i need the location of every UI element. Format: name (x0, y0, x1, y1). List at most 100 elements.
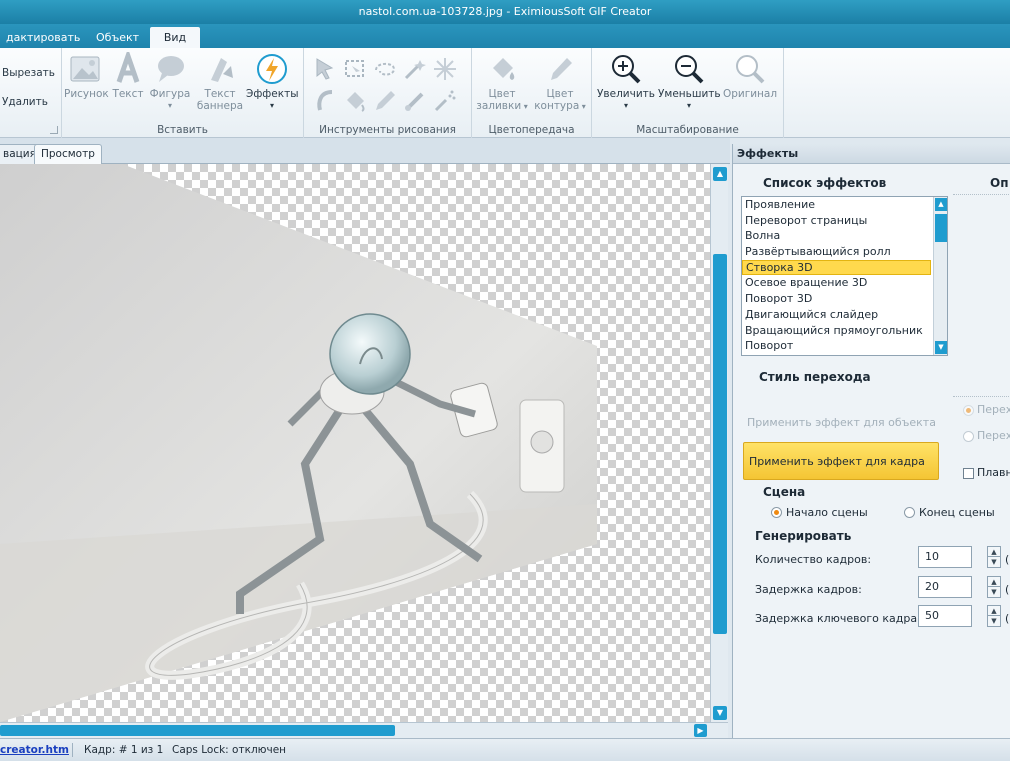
ribbon-group-drawing: Инструменты рисования (304, 48, 472, 138)
status-frame: Кадр: # 1 из 1 (84, 744, 164, 756)
tab-preview[interactable]: Просмотр (34, 144, 102, 164)
transition-option-label-1: Перех (977, 403, 1010, 416)
drawing-group-label: Инструменты рисования (319, 124, 456, 136)
list-scroll-down-icon[interactable]: ▼ (935, 341, 947, 354)
text-button[interactable]: Текст (110, 48, 146, 100)
frame-count-input[interactable]: 10 (918, 546, 972, 568)
banner-text-label-2: баннера (196, 100, 244, 112)
delete-button[interactable]: Удалить (2, 96, 48, 108)
zoom-out-button[interactable]: Уменьшить ▾ (658, 52, 721, 112)
effect-item[interactable]: Вращающийся прямоугольник (742, 323, 947, 339)
apply-to-frame-button[interactable]: Применить эффект для кадра (743, 442, 939, 480)
effect-item[interactable]: Проявление (742, 197, 947, 213)
fill-color-dropdown-icon: ▾ (521, 102, 528, 111)
zoom-in-label: Увеличить (597, 88, 655, 100)
ribbon: Вырезать Удалить Рисунок Текст Фигура ▾ … (0, 48, 1010, 138)
menu-tab-edit[interactable]: дактировать (0, 27, 88, 48)
effects-list-title: Список эффектов (763, 176, 887, 190)
fill-color-label-2: заливки (476, 100, 522, 112)
list-scroll-thumb[interactable] (935, 214, 947, 242)
effect-item[interactable]: Двигающийся слайдер (742, 307, 947, 323)
smooth-label: Плавн (977, 466, 1010, 479)
effect-item[interactable]: Осевое вращение 3D (742, 275, 947, 291)
key-delay-input[interactable]: 50 (918, 605, 972, 627)
effect-item[interactable]: Поворот 3D (742, 291, 947, 307)
fill-bucket-icon[interactable] (342, 88, 368, 114)
zoom-out-dropdown-icon: ▾ (686, 101, 691, 110)
scroll-right-icon[interactable]: ▶ (694, 724, 707, 737)
original-size-button[interactable]: Оригинал (722, 52, 778, 100)
curve-icon[interactable] (312, 88, 338, 114)
vertical-scroll-thumb[interactable] (713, 254, 727, 634)
outline-color-button[interactable]: Цвет контура ▾ (532, 52, 588, 113)
effect-item[interactable]: Волна (742, 228, 947, 244)
menu-bar: дактировать Объект Вид (0, 24, 1010, 48)
menu-tab-view[interactable]: Вид (150, 27, 200, 48)
stepper-down-icon[interactable]: ▼ (988, 587, 1000, 597)
horizontal-scroll-thumb[interactable] (0, 725, 395, 736)
effect-item[interactable]: Переворот страницы (742, 213, 947, 229)
select-rect-icon[interactable] (342, 56, 368, 82)
zoom-group-label: Масштабирование (636, 124, 739, 136)
status-bar: creator.htm Кадр: # 1 из 1 Caps Lock: от… (0, 738, 1010, 761)
stepper-down-icon[interactable]: ▼ (988, 557, 1000, 567)
effects-lightning-icon (255, 52, 289, 86)
fill-color-button[interactable]: Цвет заливки ▾ (474, 52, 530, 113)
key-delay-stepper[interactable]: ▲ ▼ (987, 605, 1001, 627)
effects-list[interactable]: Проявление Переворот страницы Волна Разв… (741, 196, 948, 356)
banner-text-button[interactable]: Текст баннера (196, 52, 244, 112)
effect-item-selected[interactable]: Створка 3D (742, 259, 931, 276)
effect-item[interactable]: Поворот (742, 338, 947, 354)
effect-item[interactable]: Развёртывающийся ролл (742, 244, 947, 260)
frame-delay-input[interactable]: 20 (918, 576, 972, 598)
ribbon-group-insert: Рисунок Текст Фигура ▾ Текст баннера Эфф… (62, 48, 304, 138)
transition-option-radio-2[interactable] (963, 431, 974, 442)
title-bar: nastol.com.ua-103728.jpg - EximiousSoft … (0, 0, 1010, 24)
canvas-horizontal-scrollbar[interactable]: ▶ (0, 722, 728, 738)
shape-button[interactable]: Фигура ▾ (148, 52, 192, 112)
clipboard-launcher-icon[interactable] (50, 126, 58, 134)
stepper-up-icon[interactable]: ▲ (988, 577, 1000, 587)
canvas[interactable] (0, 164, 710, 722)
scroll-up-icon[interactable]: ▲ (713, 167, 727, 181)
magnifier-icon (733, 52, 767, 86)
brush-icon[interactable] (402, 88, 428, 114)
status-link[interactable]: creator.htm (0, 739, 69, 761)
frame-delay-stepper[interactable]: ▲ ▼ (987, 576, 1001, 598)
zoom-in-button[interactable]: Увеличить ▾ (596, 52, 656, 112)
cut-button[interactable]: Вырезать (2, 67, 55, 79)
pencil-icon[interactable] (372, 88, 398, 114)
transition-option-label-2: Перех (977, 429, 1010, 442)
key-delay-unit: ( (1005, 612, 1010, 625)
outline-color-dropdown-icon: ▾ (579, 102, 586, 111)
effects-list-scrollbar[interactable]: ▲ ▼ (933, 197, 947, 355)
stepper-up-icon[interactable]: ▲ (988, 547, 1000, 557)
spray-icon[interactable] (432, 88, 458, 114)
magic-wand-icon[interactable] (402, 56, 428, 82)
banner-text-icon (203, 52, 237, 86)
effects-button[interactable]: Эффекты ▾ (246, 52, 299, 112)
document-tabs: вация Просмотр (0, 138, 730, 164)
lasso-icon[interactable] (372, 56, 398, 82)
stepper-up-icon[interactable]: ▲ (988, 606, 1000, 616)
scene-start-radio[interactable] (771, 507, 782, 518)
pointer-icon[interactable] (312, 56, 338, 82)
frame-count-stepper[interactable]: ▲ ▼ (987, 546, 1001, 568)
ribbon-group-clipboard: Вырезать Удалить (0, 48, 62, 138)
scroll-down-icon[interactable]: ▼ (713, 706, 727, 720)
picture-button[interactable]: Рисунок (64, 52, 109, 100)
list-scroll-up-icon[interactable]: ▲ (935, 198, 947, 211)
apply-to-object-button[interactable]: Применить эффект для объекта (743, 409, 939, 437)
sparkle-icon[interactable] (432, 56, 458, 82)
canvas-image (0, 164, 597, 722)
smooth-checkbox[interactable] (963, 468, 974, 479)
transition-option-radio-1[interactable] (963, 405, 974, 416)
picture-icon (68, 52, 102, 86)
menu-tab-object[interactable]: Объект (88, 27, 147, 48)
scene-end-radio[interactable] (904, 507, 915, 518)
canvas-vertical-scrollbar[interactable]: ▲ ▼ (710, 164, 728, 722)
stepper-down-icon[interactable]: ▼ (988, 616, 1000, 626)
effects-panel-header: Эффекты (733, 144, 1010, 164)
frame-count-unit: ( (1005, 553, 1010, 566)
options-title: Оп (990, 176, 1009, 190)
